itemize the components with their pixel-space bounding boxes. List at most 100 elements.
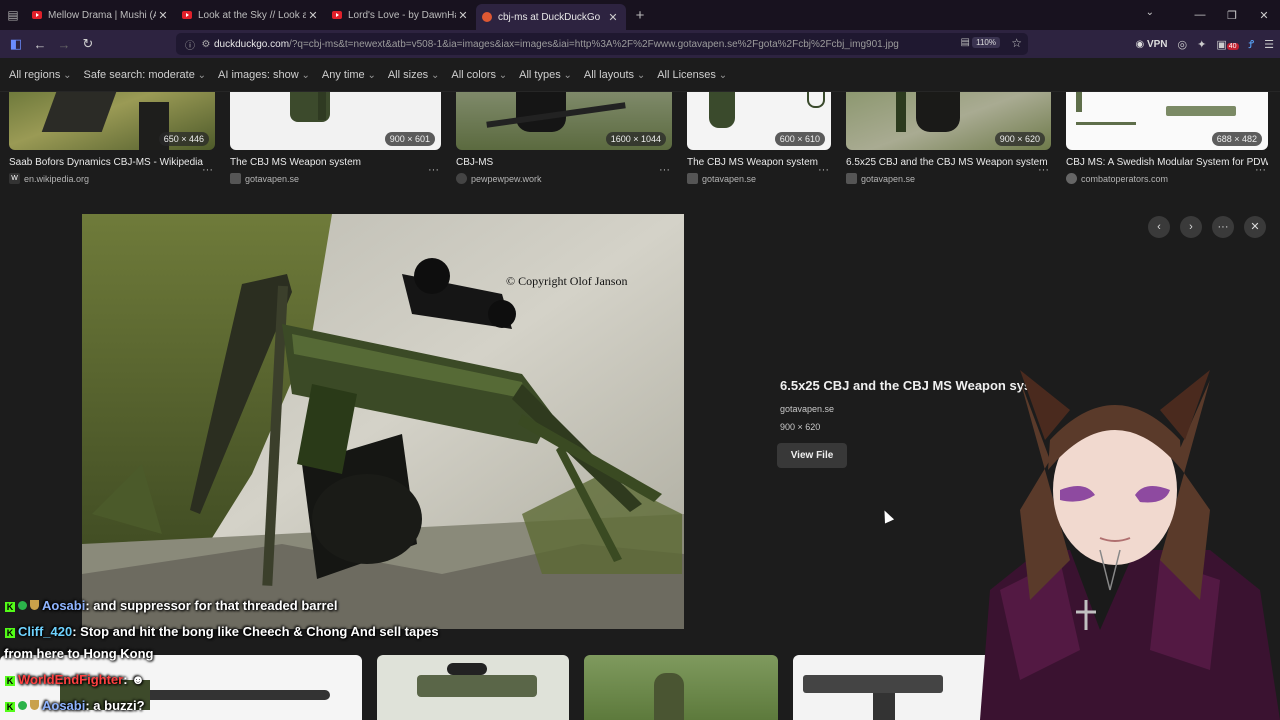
image-dimensions: 1600 × 1044 [605, 132, 666, 146]
restore-icon[interactable]: ❐ [1216, 9, 1248, 22]
result-source[interactable]: gotavapen.se [230, 173, 441, 184]
result-thumbnail[interactable]: 600 × 610 [687, 92, 831, 150]
filter-color[interactable]: All colors [451, 69, 507, 81]
tab-1[interactable]: Mellow Drama | Mushi (AMV) (5 ✕ [26, 3, 176, 27]
kick-icon: K [5, 602, 15, 612]
source-domain: gotavapen.se [245, 173, 300, 184]
filter-region[interactable]: All regions [9, 69, 72, 81]
moderator-badge-icon [30, 700, 39, 710]
close-tab-icon[interactable]: ✕ [606, 11, 620, 24]
filter-license[interactable]: All Licenses [657, 69, 727, 81]
image-result-card[interactable]: 688 × 482 CBJ MS: A Swedish Modular Syst… [1066, 92, 1268, 192]
filter-layout[interactable]: All layouts [584, 69, 645, 81]
result-title[interactable]: CBJ MS: A Swedish Modular System for PDW [1066, 157, 1268, 168]
kick-icon: K [5, 628, 15, 638]
image-result-thumbnail[interactable] [584, 655, 778, 720]
more-options-icon[interactable]: ··· [202, 164, 213, 176]
back-icon[interactable]: ← [28, 37, 52, 52]
more-options-icon[interactable]: ··· [659, 164, 670, 176]
result-thumbnail[interactable]: 900 × 601 [230, 92, 441, 150]
tab-list-chevron-icon[interactable]: ⌄ [1146, 7, 1154, 18]
address-bar[interactable]: ⓘ ⚙ duckduckgo.com/?q=cbj-ms&t=newext&at… [176, 33, 1028, 55]
account-icon[interactable]: ◎ [1178, 38, 1188, 51]
detail-controls: ‹ › ··· ✕ [1148, 216, 1266, 238]
new-tab-button[interactable]: + [626, 7, 654, 24]
tab-4-active[interactable]: cbj-ms at DuckDuckGo ✕ [476, 4, 626, 30]
extensions-icon[interactable]: ✦ [1197, 38, 1206, 51]
search-filters: All regions Safe search: moderate AI ima… [0, 58, 1280, 92]
more-options-icon[interactable]: ··· [1212, 216, 1234, 238]
more-options-icon[interactable]: ··· [428, 164, 439, 176]
close-tab-icon[interactable]: ✕ [306, 9, 320, 22]
image-dimensions: 600 × 610 [774, 132, 825, 146]
bookmark-star-icon[interactable]: ☆ [1011, 36, 1022, 50]
result-thumbnail[interactable]: 650 × 446 [9, 92, 215, 150]
minimize-icon[interactable]: — [1184, 9, 1216, 21]
close-detail-icon[interactable]: ✕ [1244, 216, 1266, 238]
translate-icon[interactable]: Ꝭ [1249, 37, 1255, 52]
notifications-icon[interactable]: ▣ 40 [1216, 38, 1239, 51]
close-tab-icon[interactable]: ✕ [456, 9, 470, 22]
youtube-icon [332, 11, 342, 19]
filter-ai-images[interactable]: AI images: show [218, 69, 310, 81]
result-title[interactable]: The CBJ MS Weapon system [230, 157, 441, 168]
view-file-button[interactable]: View File [777, 443, 847, 468]
zoom-level[interactable]: 110% [972, 37, 1000, 48]
mouse-cursor-icon [879, 508, 895, 524]
url-host: duckduckgo.com [214, 38, 290, 50]
more-options-icon[interactable]: ··· [1038, 164, 1049, 176]
image-result-card[interactable]: 1600 × 1044 CBJ-MS pewpewpew.work ··· [456, 92, 672, 192]
menu-icon[interactable]: ☰ [1264, 38, 1274, 51]
source-domain: combatoperators.com [1081, 173, 1169, 184]
result-thumbnail[interactable]: 688 × 482 [1066, 92, 1268, 150]
close-tab-icon[interactable]: ✕ [156, 9, 170, 22]
result-title[interactable]: 6.5x25 CBJ and the CBJ MS Weapon system [846, 157, 1051, 168]
filter-type[interactable]: All types [519, 69, 572, 81]
reader-view-icon[interactable]: ▤ [961, 37, 970, 48]
next-image-icon[interactable]: › [1180, 216, 1202, 238]
tab-2[interactable]: Look at the Sky // Look at the S ✕ [176, 3, 326, 27]
result-title[interactable]: The CBJ MS Weapon system [687, 157, 831, 168]
filter-size[interactable]: All sizes [388, 69, 440, 81]
previous-image-icon[interactable]: ‹ [1148, 216, 1170, 238]
forward-icon[interactable]: → [52, 37, 76, 52]
site-info-icon[interactable]: ⓘ [182, 37, 198, 52]
vpn-button[interactable]: ◉ VPN [1135, 39, 1167, 50]
kick-icon: K [5, 702, 15, 712]
image-result-thumbnail[interactable] [377, 655, 569, 720]
image-result-card[interactable]: 900 × 620 6.5x25 CBJ and the CBJ MS Weap… [846, 92, 1051, 192]
filter-time[interactable]: Any time [322, 69, 376, 81]
result-source[interactable]: combatoperators.com [1066, 173, 1268, 184]
image-result-card[interactable]: 600 × 610 The CBJ MS Weapon system gotav… [687, 92, 831, 192]
chat-message: K Aosabi: a buzzi? [5, 698, 145, 713]
verified-badge-icon [18, 601, 27, 610]
result-thumbnail[interactable]: 900 × 620 [846, 92, 1051, 150]
more-options-icon[interactable]: ··· [818, 164, 829, 176]
result-source[interactable]: pewpewpew.work [456, 173, 672, 184]
result-source[interactable]: gotavapen.se [846, 173, 1051, 184]
result-source[interactable]: Wen.wikipedia.org [9, 173, 215, 184]
result-source[interactable]: gotavapen.se [687, 173, 831, 184]
tab-3[interactable]: Lord's Love - by DawnHalo - Yo ✕ [326, 3, 476, 27]
result-thumbnail[interactable]: 1600 × 1044 [456, 92, 672, 150]
tab-menu-icon[interactable]: ▤ [0, 0, 26, 30]
result-title[interactable]: CBJ-MS [456, 157, 672, 168]
chat-message: K WorldEndFighter: ☻ [5, 672, 145, 687]
vpn-label: VPN [1146, 38, 1168, 50]
detail-source[interactable]: gotavapen.se [780, 404, 834, 414]
reload-icon[interactable]: ↻ [76, 36, 100, 52]
source-favicon-icon [1066, 173, 1077, 184]
source-favicon-icon [456, 173, 467, 184]
preview-image[interactable]: © Copyright Olof Janson [82, 214, 684, 629]
image-dimensions: 688 × 482 [1211, 132, 1262, 146]
sidebar-toggle-icon[interactable]: ◧ [4, 36, 28, 52]
tab-title: Look at the Sky // Look at the S [198, 9, 306, 21]
navigation-bar: ◧ ← → ↻ ⓘ ⚙ duckduckgo.com/?q=cbj-ms&t=n… [0, 30, 1280, 58]
close-window-icon[interactable]: ✕ [1248, 9, 1280, 22]
image-result-card[interactable]: 650 × 446 Saab Bofors Dynamics CBJ-MS - … [9, 92, 215, 192]
result-title[interactable]: Saab Bofors Dynamics CBJ-MS - Wikipedia [9, 157, 215, 168]
page-settings-icon[interactable]: ⚙ [198, 39, 214, 50]
filter-safe-search[interactable]: Safe search: moderate [84, 69, 206, 81]
more-options-icon[interactable]: ··· [1255, 164, 1266, 176]
image-result-card[interactable]: 900 × 601 The CBJ MS Weapon system gotav… [230, 92, 441, 192]
